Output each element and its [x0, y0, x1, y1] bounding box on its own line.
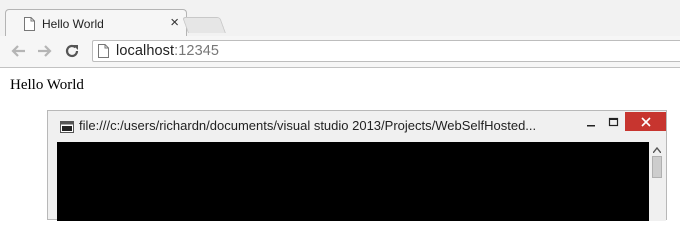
scroll-up-arrow-icon[interactable] — [652, 146, 662, 155]
page-info-icon[interactable] — [98, 44, 109, 63]
maximize-icon[interactable] — [606, 115, 622, 131]
page-body-text: Hello World — [10, 77, 84, 93]
tab-title: Hello World — [42, 17, 104, 31]
tab-strip: Hello World × — [0, 0, 680, 38]
console-scrollbar[interactable] — [649, 142, 666, 221]
reload-icon[interactable] — [63, 42, 81, 60]
forward-arrow-icon[interactable] — [36, 42, 54, 60]
tab-hello-world[interactable]: Hello World × — [5, 9, 187, 38]
url-host: localhost — [116, 43, 175, 59]
page-icon — [24, 17, 35, 36]
console-window[interactable]: file:///c:/users/richardn/documents/visu… — [47, 110, 667, 221]
console-window-title: file:///c:/users/richardn/documents/visu… — [79, 118, 537, 133]
scroll-thumb[interactable] — [652, 156, 662, 178]
back-arrow-icon[interactable] — [9, 42, 27, 60]
close-icon — [640, 116, 651, 127]
address-bar[interactable]: localhost:12345 — [92, 40, 680, 62]
close-window-button[interactable] — [625, 112, 666, 131]
url-text: localhost:12345 — [116, 43, 219, 59]
minimize-icon[interactable] — [583, 115, 599, 131]
url-port: :12345 — [174, 43, 220, 59]
console-output-area[interactable] — [57, 142, 649, 221]
tab-close-icon[interactable]: × — [170, 14, 179, 32]
new-tab-button[interactable] — [182, 17, 226, 33]
console-app-icon — [60, 120, 74, 138]
browser-toolbar: localhost:12345 — [0, 36, 680, 68]
